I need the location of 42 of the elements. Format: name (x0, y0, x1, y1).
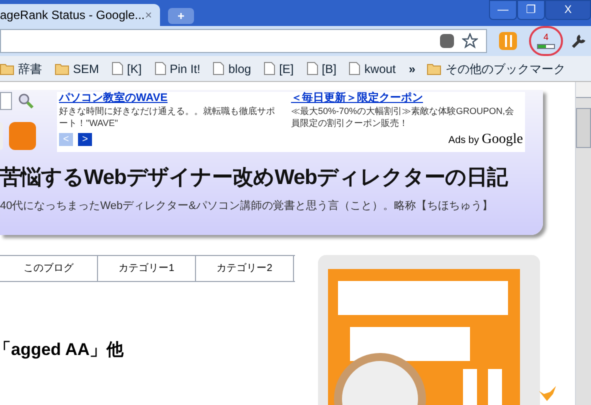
page-icon (213, 62, 224, 75)
browser-tab[interactable]: ageRank Status - Google...× (0, 4, 160, 26)
page-icon (112, 62, 124, 75)
search-icon[interactable] (18, 93, 34, 109)
bookmark-item[interactable]: [E] (264, 60, 294, 78)
blog-subtitle: 40代になっちまったWebディレクター&パソコン講師の覚書と思う言（こと）。略称【ちほちゅう】 (0, 198, 494, 214)
nav-link[interactable]: このブログ (0, 256, 98, 281)
post-title: 「agged AA」他 (0, 339, 125, 361)
next-button[interactable]: > (78, 133, 92, 146)
more-bookmarks-button[interactable]: » (408, 60, 416, 78)
bookmark-item[interactable]: [K] (112, 60, 142, 78)
folder-icon (55, 62, 69, 74)
bookmark-item[interactable]: [B] (306, 60, 336, 78)
address-bar[interactable] (0, 29, 487, 53)
bookmark-item[interactable]: Pin It! (154, 60, 200, 78)
close-button[interactable]: X (545, 0, 591, 20)
ad-link[interactable]: ＜毎日更新＞限定クーポン (291, 92, 515, 105)
page-icon (154, 62, 166, 75)
bookmark-item[interactable]: blog (213, 60, 252, 78)
page-icon (264, 62, 276, 75)
wrench-icon[interactable] (571, 33, 587, 49)
search-field[interactable] (0, 92, 12, 110)
page-icon (349, 62, 360, 75)
bookmark-item[interactable]: 辞書 (0, 60, 42, 78)
nav-link[interactable]: カテゴリー1 (98, 256, 196, 281)
bird-icon (537, 385, 557, 401)
ad-link[interactable]: パソコン教室のWAVE (59, 92, 283, 105)
star-icon[interactable] (462, 33, 478, 49)
bookmark-item[interactable]: kwout (349, 60, 396, 78)
page-icon (306, 62, 318, 75)
folder-icon (427, 62, 442, 74)
ad-text: ≪最大50%-70%の大幅割引≫素敵な体験GROUPON,会員限定の割引クーポン販売！ (291, 105, 515, 129)
nav-link[interactable]: カテゴリー2 (196, 256, 294, 281)
m-logo-icon[interactable] (9, 122, 36, 150)
folder-icon (0, 62, 14, 74)
ad-text: 好きな時間に好きなだけ通える。。就転職も徹底サポート！"WAVE" (59, 105, 276, 129)
restore-button[interactable]: ❐ (517, 0, 545, 20)
other-bookmarks[interactable]: その他のブックマーク (427, 60, 566, 78)
bookmark-item[interactable]: SEM (55, 60, 100, 78)
minimize-button[interactable]: — (489, 0, 517, 20)
blog-title: 苦悩するWebデザイナー改めWebディレクターの日記 (0, 165, 509, 191)
ads-by-google-link[interactable]: Ads by Google (448, 129, 523, 150)
